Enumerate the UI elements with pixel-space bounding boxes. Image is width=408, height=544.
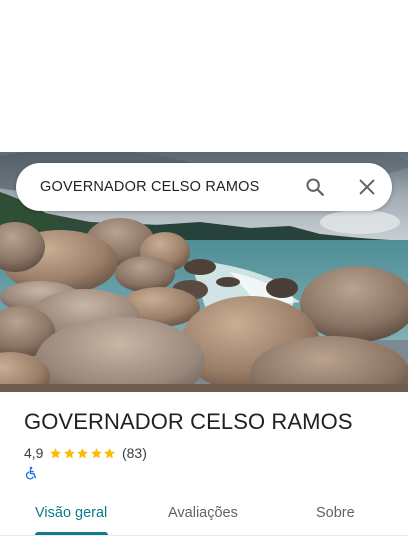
star-icon: [77, 447, 89, 458]
place-tabs: Visão geral Avaliações Sobre: [0, 494, 408, 536]
rating-stars: [49, 447, 117, 460]
search-query-text[interactable]: GOVERNADOR CELSO RAMOS: [40, 179, 260, 195]
star-icon: [50, 447, 62, 458]
map-area-blank: [0, 0, 408, 152]
active-tab-indicator: [35, 532, 108, 535]
search-icon[interactable]: [304, 176, 326, 198]
tab-reviews[interactable]: Avaliações: [168, 505, 238, 521]
maps-place-view: GOVERNADOR CELSO RAMOS GOVERNADOR CELSO …: [0, 0, 408, 544]
tab-about[interactable]: Sobre: [316, 505, 355, 521]
rating-row[interactable]: 4,9 (83): [24, 444, 147, 462]
search-bar[interactable]: GOVERNADOR CELSO RAMOS: [16, 163, 392, 211]
star-icon: [104, 447, 116, 458]
star-icon: [64, 447, 75, 458]
star-icon: [91, 447, 102, 458]
close-icon[interactable]: [356, 176, 378, 198]
review-count[interactable]: (83): [122, 445, 147, 461]
tab-overview[interactable]: Visão geral: [35, 505, 107, 521]
wheelchair-accessible-icon: [24, 466, 38, 480]
place-title: GOVERNADOR CELSO RAMOS: [24, 409, 353, 434]
rating-value: 4,9: [24, 445, 44, 461]
